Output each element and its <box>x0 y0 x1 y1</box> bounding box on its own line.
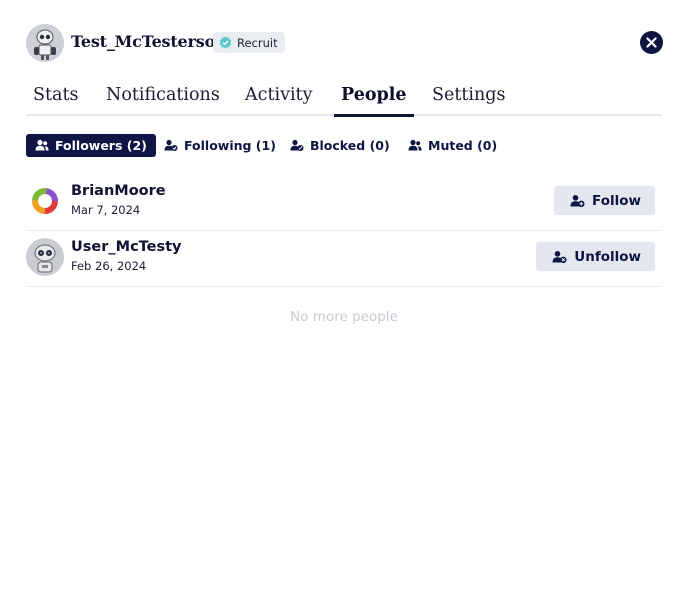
subtab-followers[interactable]: Followers (2) <box>26 134 156 157</box>
profile-avatar[interactable] <box>26 24 64 62</box>
people-list: BrianMoore Mar 7, 2024 Follow User_McTes… <box>26 175 662 287</box>
subtab-following[interactable]: Following (1) <box>155 134 285 157</box>
users-icon <box>35 139 49 151</box>
subtab-following-label: Following (1) <box>184 138 276 153</box>
profile-tabs: Stats Notifications Activity People Sett… <box>26 82 662 117</box>
tab-settings[interactable]: Settings <box>425 82 512 116</box>
users-muted-icon <box>408 139 422 151</box>
subtab-muted[interactable]: Muted (0) <box>399 134 506 157</box>
user-block-icon <box>290 139 304 151</box>
list-item: User_McTesty Feb 26, 2024 Unfollow <box>26 231 662 287</box>
person-date: Feb 26, 2024 <box>71 259 147 273</box>
tab-people[interactable]: People <box>334 82 414 117</box>
user-remove-icon <box>552 250 567 263</box>
subtab-muted-label: Muted (0) <box>428 138 498 153</box>
user-plus-icon <box>570 194 585 207</box>
close-icon <box>646 37 657 48</box>
close-button[interactable] <box>640 31 663 54</box>
subtab-blocked-label: Blocked (0) <box>310 138 390 153</box>
person-name[interactable]: BrianMoore <box>71 183 166 199</box>
follow-button[interactable]: Follow <box>554 186 655 215</box>
subtab-followers-label: Followers (2) <box>55 138 147 153</box>
person-date: Mar 7, 2024 <box>71 203 141 217</box>
avatar[interactable] <box>26 182 64 220</box>
users-check-icon <box>164 139 178 151</box>
follow-button-label: Follow <box>592 192 641 209</box>
tab-stats[interactable]: Stats <box>26 82 85 116</box>
profile-header: Test_McTesterson Recruit <box>26 24 663 62</box>
rank-badge: Recruit <box>213 32 285 53</box>
unfollow-button[interactable]: Unfollow <box>536 242 655 271</box>
avatar[interactable] <box>26 238 64 276</box>
tab-activity[interactable]: Activity <box>238 82 319 116</box>
subtab-blocked[interactable]: Blocked (0) <box>281 134 399 157</box>
profile-username: Test_McTesterson <box>71 32 227 51</box>
list-item: BrianMoore Mar 7, 2024 Follow <box>26 175 662 231</box>
person-name[interactable]: User_McTesty <box>71 239 181 255</box>
empty-list-message: No more people <box>290 309 398 325</box>
badge-label: Recruit <box>237 35 278 50</box>
verified-badge-icon <box>219 36 232 49</box>
tab-notifications[interactable]: Notifications <box>99 82 227 116</box>
people-subtabs: Followers (2) Following (1) Blocked (0) … <box>26 134 662 157</box>
unfollow-button-label: Unfollow <box>574 248 641 265</box>
